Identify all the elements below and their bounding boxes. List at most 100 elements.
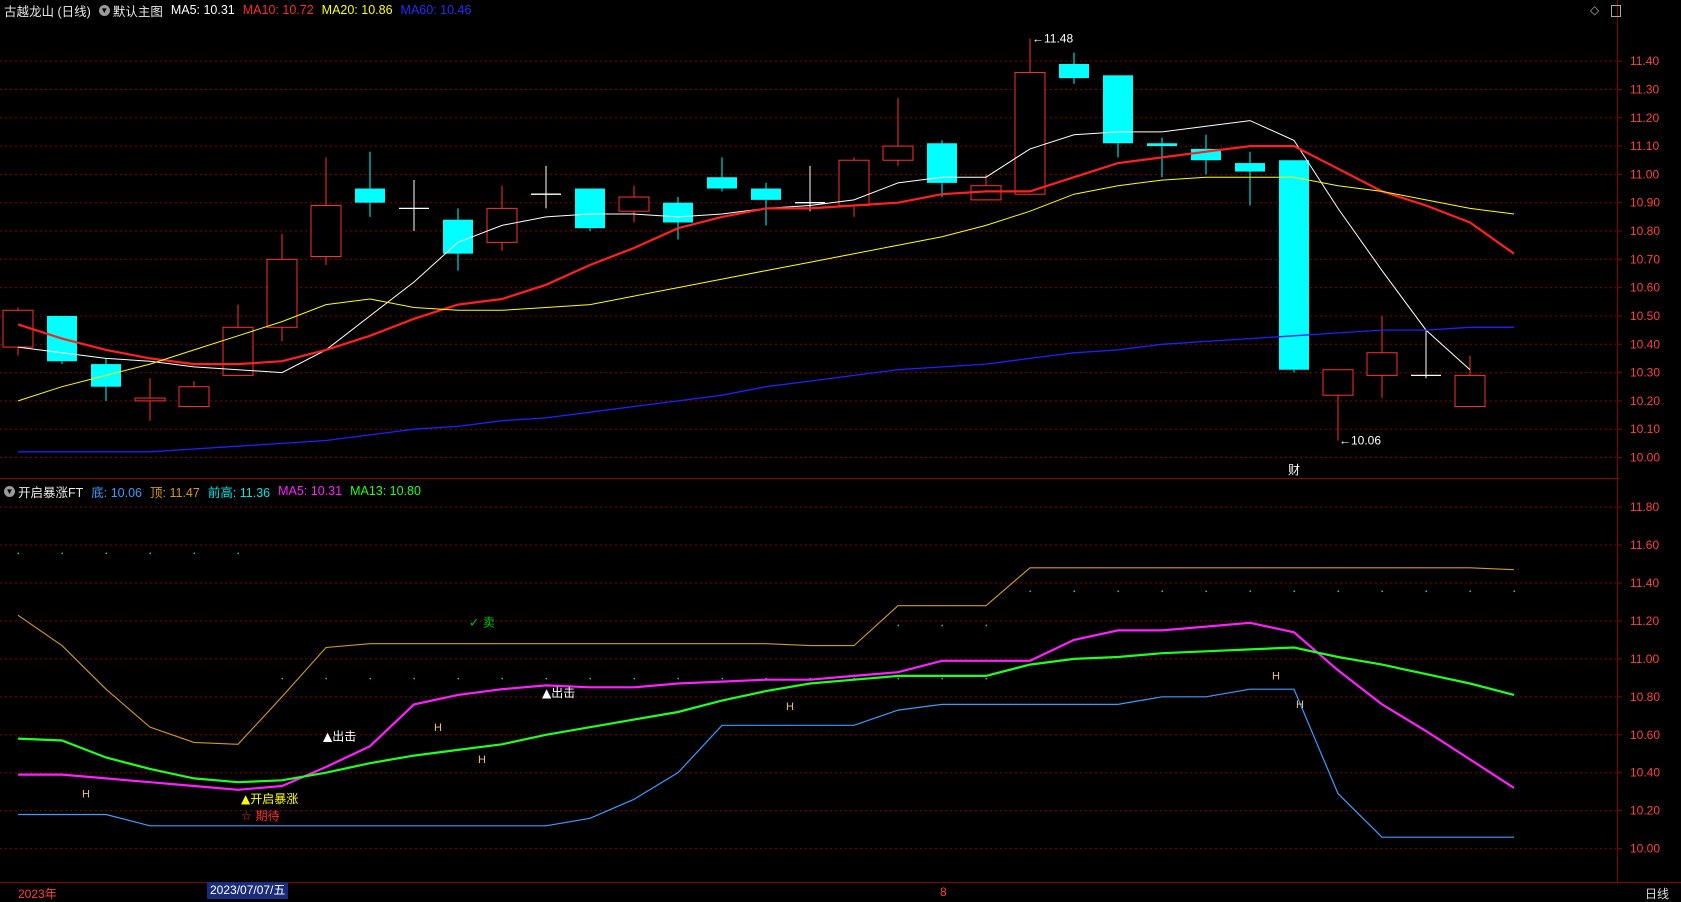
signal-dot bbox=[589, 677, 591, 680]
y-tick-label: 11.00 bbox=[1630, 167, 1659, 181]
signal-label: ✓ 卖 bbox=[469, 616, 495, 630]
candle-body bbox=[134, 397, 166, 402]
diamond-icon[interactable]: ◇ bbox=[1590, 3, 1599, 17]
y-tick-label: 11.20 bbox=[1630, 111, 1659, 125]
high-price-marker: ←11.48 bbox=[1032, 31, 1073, 45]
sub-ma5-value: MA5: 10.31 bbox=[278, 484, 343, 498]
signal-dot bbox=[985, 677, 987, 680]
signal-label: ▲开启暴涨 bbox=[241, 791, 298, 806]
signal-dot bbox=[985, 624, 987, 627]
signal-dot bbox=[149, 552, 151, 555]
signal-dot bbox=[1205, 590, 1207, 593]
candle-body bbox=[355, 188, 385, 203]
y-tick-label: 11.00 bbox=[1630, 652, 1659, 666]
indicator-line-3 bbox=[17, 646, 1515, 784]
indicator-chart[interactable]: 11.80 11.60 11.40 11.20 11.00 10.80 10.60 10.40… bbox=[0, 480, 1681, 880]
y-tick-label: 10.80 bbox=[1630, 224, 1660, 238]
candle-body bbox=[838, 159, 870, 207]
y-tick-label: 10.60 bbox=[1630, 281, 1660, 295]
signal-dot bbox=[1293, 590, 1295, 593]
candle-body bbox=[1147, 143, 1177, 147]
candle-body bbox=[618, 196, 650, 212]
signal-dot bbox=[1513, 590, 1515, 593]
signal-dot bbox=[1249, 590, 1251, 593]
signal-dot bbox=[237, 552, 239, 555]
panel-separator bbox=[0, 478, 1620, 479]
h-marker: H bbox=[1272, 671, 1280, 683]
candle-body bbox=[707, 177, 737, 189]
template-selector[interactable]: ▼ 默认主图 bbox=[98, 1, 163, 20]
signal-dot bbox=[17, 552, 19, 555]
signal-dot bbox=[457, 677, 459, 680]
candle-body bbox=[1014, 71, 1046, 195]
signal-dot bbox=[325, 677, 327, 680]
candle-body bbox=[882, 145, 914, 161]
top-value: 顶: 11.47 bbox=[150, 485, 200, 500]
h-marker: H bbox=[434, 722, 442, 734]
candle-body bbox=[1366, 352, 1398, 376]
scrollbar-icon[interactable] bbox=[1610, 4, 1621, 17]
candle-body bbox=[443, 219, 473, 254]
year-label: 2023年 bbox=[18, 887, 57, 901]
stock-chart-window: 11.40 11.30 11.20 11.10 11.00 10.90 10.80 10.70… bbox=[0, 0, 1681, 902]
candle-body bbox=[1454, 374, 1486, 408]
signal-dot bbox=[105, 552, 107, 555]
signal-dot bbox=[941, 677, 943, 680]
y-tick-label: 10.50 bbox=[1630, 309, 1660, 323]
y-tick-label: 11.30 bbox=[1630, 82, 1659, 96]
signal-dot bbox=[1117, 590, 1119, 593]
ma13-value: MA13: 10.80 bbox=[350, 484, 421, 498]
candle-body bbox=[310, 205, 342, 257]
y-tick-label: 10.00 bbox=[1630, 842, 1660, 856]
candle-body bbox=[1059, 63, 1089, 79]
indicator-line-0 bbox=[17, 567, 1515, 745]
indicator-selector[interactable]: ▼ 开启暴涨FT bbox=[4, 482, 83, 501]
signal-dot bbox=[677, 677, 679, 680]
bottom-value: 底: 10.06 bbox=[91, 485, 143, 500]
dropdown-icon: ▼ bbox=[98, 4, 110, 16]
signal-dot bbox=[193, 552, 195, 555]
signal-dot bbox=[501, 677, 503, 680]
y-tick-label: 11.10 bbox=[1630, 139, 1659, 153]
stock-title[interactable]: 古越龙山 (日线) bbox=[4, 1, 91, 20]
signal-dot bbox=[61, 552, 63, 555]
main-chart-header: 古越龙山 (日线) ▼ 默认主图 MA5: 10.31 MA10: 10.72 … bbox=[0, 1, 471, 19]
signal-dot bbox=[897, 677, 899, 680]
dropdown-icon: ▼ bbox=[4, 485, 15, 497]
y-tick-label: 11.20 bbox=[1630, 614, 1659, 628]
main-candlestick-chart[interactable]: 11.40 11.30 11.20 11.10 11.00 10.90 10.80 10.70… bbox=[0, 0, 1681, 478]
y-tick-label: 10.20 bbox=[1630, 804, 1660, 818]
y-tick-label: 10.90 bbox=[1630, 196, 1660, 210]
signal-dot bbox=[369, 677, 371, 680]
candle-body bbox=[663, 202, 693, 223]
h-marker: H bbox=[82, 788, 90, 800]
y-tick-label: 11.60 bbox=[1630, 538, 1659, 552]
signal-dot bbox=[1381, 590, 1383, 593]
indicator-header: ▼ 开启暴涨FT 底: 10.06 顶: 11.47 前高: 11.36 MA5… bbox=[0, 482, 421, 500]
signal-dot bbox=[941, 624, 943, 627]
signal-dot bbox=[1029, 590, 1031, 593]
month-label: 8 bbox=[940, 885, 947, 899]
signal-dot bbox=[413, 677, 415, 680]
signal-label: ▲出击 bbox=[323, 729, 356, 743]
cursor-date-box: 2023/07/07/五 bbox=[207, 882, 289, 899]
signal-dot bbox=[1073, 590, 1075, 593]
ma20-value: MA20: 10.86 bbox=[321, 3, 393, 17]
y-tick-label: 11.40 bbox=[1630, 54, 1659, 68]
signal-dot bbox=[1425, 590, 1427, 593]
y-tick-label: 10.30 bbox=[1630, 366, 1660, 380]
y-tick-label: 10.00 bbox=[1630, 451, 1660, 465]
h-marker: H bbox=[478, 754, 486, 766]
h-marker: H bbox=[1296, 699, 1304, 711]
candle-body bbox=[1279, 160, 1309, 370]
y-tick-label: 10.10 bbox=[1630, 422, 1660, 436]
y-tick-label: 10.70 bbox=[1630, 252, 1660, 266]
candle-body bbox=[178, 386, 210, 408]
indicator-title: 开启暴涨FT bbox=[18, 485, 84, 500]
signal-dot bbox=[633, 677, 635, 680]
y-tick-label: 10.80 bbox=[1630, 690, 1660, 704]
period-label[interactable]: 日线 bbox=[1645, 885, 1669, 902]
y-tick-label: 11.40 bbox=[1630, 576, 1659, 590]
y-tick-label: 10.40 bbox=[1630, 766, 1660, 780]
prev-high-value: 前高: 11.36 bbox=[207, 485, 271, 500]
